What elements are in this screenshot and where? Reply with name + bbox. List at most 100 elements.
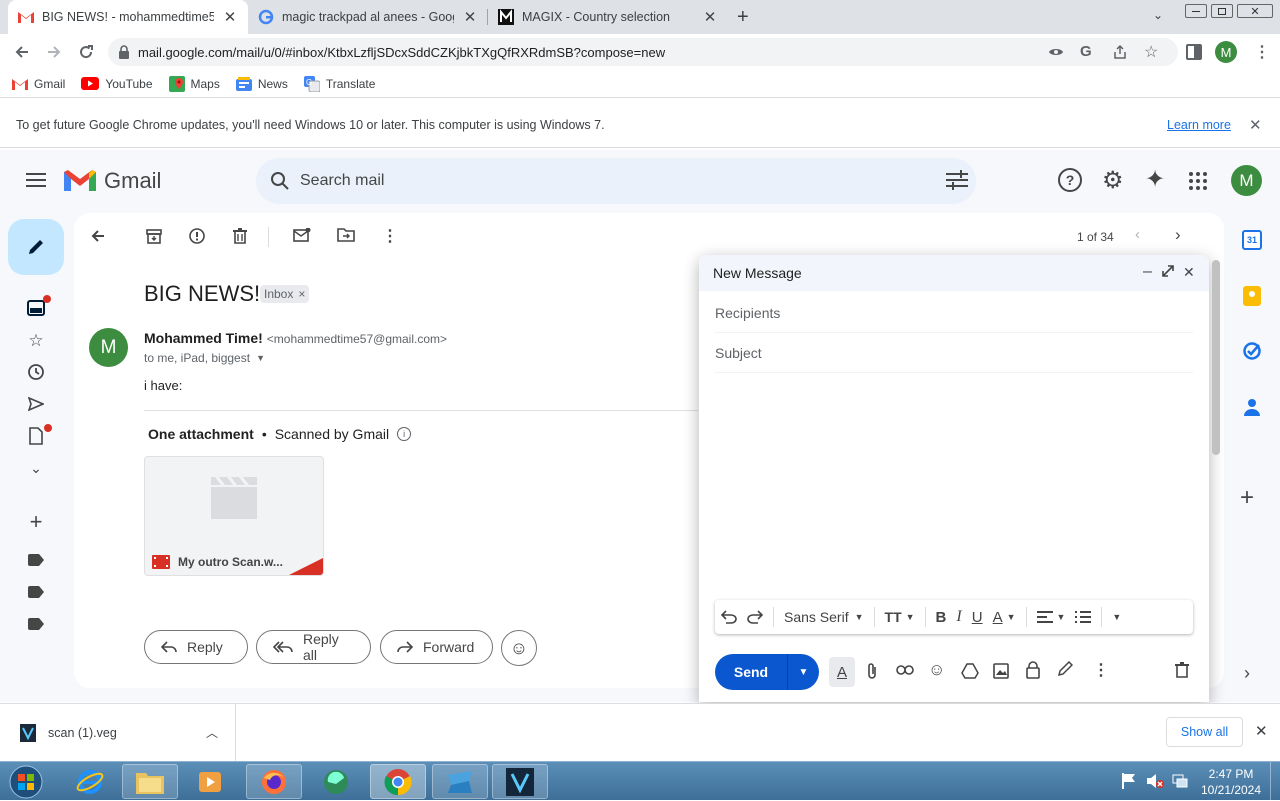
reply-all-button[interactable]: Reply all <box>256 630 371 664</box>
gemini-sparkle-icon[interactable]: ✦ <box>1145 165 1165 194</box>
get-addons-plus-icon[interactable]: + <box>1240 484 1254 512</box>
close-tab-icon[interactable]: ✕ <box>222 8 238 26</box>
align-icon[interactable]: ▼ <box>1036 611 1065 623</box>
google-lens-icon[interactable]: G <box>1080 43 1092 60</box>
info-icon[interactable]: i <box>397 427 412 441</box>
emoji-react-icon[interactable]: ☺ <box>501 630 537 666</box>
account-avatar[interactable]: M <box>1231 165 1262 196</box>
undo-icon[interactable] <box>721 610 737 624</box>
bookmark-maps[interactable]: Maps <box>168 75 220 92</box>
eye-icon[interactable] <box>1048 44 1064 60</box>
schedule-send-dropdown-icon[interactable]: ▼ <box>788 654 819 690</box>
show-side-panel-chevron-icon[interactable]: › <box>1244 663 1250 684</box>
formatting-options-icon[interactable]: A <box>829 657 855 687</box>
system-clock[interactable]: 2:47 PM 10/21/2024 <box>1196 766 1266 798</box>
bookmark-gmail[interactable]: Gmail <box>12 77 65 91</box>
confidential-mode-icon[interactable] <box>1026 661 1040 679</box>
close-compose-icon[interactable]: ✕ <box>1183 264 1195 281</box>
firefox-icon[interactable] <box>246 764 302 799</box>
action-center-flag-icon[interactable] <box>1122 773 1136 789</box>
inbox-icon[interactable] <box>24 295 51 320</box>
attach-paperclip-icon[interactable] <box>865 662 879 680</box>
compose-header[interactable]: New Message – ✕ <box>699 255 1209 291</box>
search-icon[interactable] <box>270 171 290 191</box>
sender-avatar[interactable]: M <box>89 328 128 367</box>
contacts-icon[interactable] <box>1244 398 1260 416</box>
redo-icon[interactable] <box>747 610 763 624</box>
google-drive-icon[interactable] <box>961 663 979 679</box>
settings-gear-icon[interactable]: ⚙ <box>1102 166 1124 195</box>
attachment-card[interactable]: My outro Scan.w... <box>144 456 324 576</box>
more-chevron-icon[interactable]: ⌄ <box>24 456 48 480</box>
report-spam-icon[interactable] <box>189 228 205 244</box>
compose-scrollbar[interactable] <box>1212 260 1220 455</box>
show-all-downloads-button[interactable]: Show all <box>1166 717 1243 747</box>
help-icon[interactable]: ? <box>1058 168 1082 192</box>
forward-button[interactable]: Forward <box>380 630 493 664</box>
create-label-plus-icon[interactable]: + <box>24 509 48 534</box>
reload-icon[interactable] <box>72 38 100 66</box>
close-infobar-icon[interactable]: ✕ <box>1249 116 1262 134</box>
italic-icon[interactable]: I <box>956 608 961 626</box>
search-bar[interactable]: Search mail <box>256 158 976 204</box>
download-item[interactable]: scan (1).veg ︿ <box>0 704 236 761</box>
share-icon[interactable] <box>1112 44 1128 60</box>
more-options-icon[interactable]: ⋮ <box>382 226 398 246</box>
close-tab-icon[interactable]: ✕ <box>702 8 718 26</box>
tab-gmail[interactable]: BIG NEWS! - mohammedtime57@ ✕ <box>8 0 248 34</box>
apps-grid-icon[interactable] <box>1189 172 1207 190</box>
compose-button[interactable] <box>8 219 64 275</box>
send-button[interactable]: Send <box>715 654 787 690</box>
insert-photo-icon[interactable] <box>993 663 1009 679</box>
close-downloads-icon[interactable]: ✕ <box>1255 722 1268 740</box>
back-icon[interactable] <box>8 38 36 66</box>
search-input[interactable]: Search mail <box>300 172 384 190</box>
chrome-taskbar-icon[interactable] <box>370 764 426 799</box>
show-desktop-button[interactable] <box>1270 762 1280 801</box>
insert-link-icon[interactable] <box>896 664 914 676</box>
numbered-list-icon[interactable] <box>1075 611 1092 623</box>
label-icon[interactable] <box>24 548 48 572</box>
file-explorer-icon[interactable] <box>122 764 178 799</box>
fullscreen-compose-icon[interactable] <box>1162 265 1174 277</box>
remove-label-icon[interactable]: × <box>298 287 305 301</box>
tab-search-icon[interactable]: ⌄ <box>1153 8 1163 22</box>
minimize-icon[interactable] <box>1185 4 1207 18</box>
text-size-icon[interactable]: TT ▼ <box>885 609 915 625</box>
blue-app-icon[interactable] <box>432 764 488 799</box>
gmail-logo[interactable]: Gmail <box>64 168 161 194</box>
bookmark-youtube[interactable]: YouTube <box>81 77 153 91</box>
chrome-menu-icon[interactable]: ⋮ <box>1254 42 1270 62</box>
tab-google-search[interactable]: magic trackpad al anees - Googl ✕ <box>248 0 488 34</box>
newer-chevron-icon[interactable]: ‹ <box>1135 226 1140 243</box>
profile-avatar[interactable]: M <box>1215 41 1237 63</box>
window-close-icon[interactable]: ✕ <box>1237 4 1273 18</box>
recipients-field[interactable]: Recipients <box>715 293 1193 333</box>
restore-icon[interactable] <box>1211 4 1233 18</box>
address-bar[interactable]: mail.google.com/mail/u/0/#inbox/KtbxLzfl… <box>108 38 1178 66</box>
side-panel-icon[interactable] <box>1186 44 1202 60</box>
font-family-select[interactable]: Sans Serif ▼ <box>784 609 864 625</box>
media-player-icon[interactable] <box>182 764 238 799</box>
more-send-options-icon[interactable]: ⋮ <box>1093 660 1109 680</box>
minimize-compose-icon[interactable]: – <box>1143 263 1152 281</box>
move-to-folder-icon[interactable] <box>337 228 355 242</box>
subject-field[interactable]: Subject <box>715 333 1193 373</box>
sender-name[interactable]: Mohammed Time! <box>144 330 263 346</box>
text-color-icon[interactable]: A ▼ <box>993 609 1016 626</box>
learn-more-link[interactable]: Learn more <box>1167 118 1231 132</box>
bold-icon[interactable]: B <box>936 609 947 626</box>
back-to-inbox-icon[interactable] <box>90 228 106 244</box>
underline-icon[interactable]: U <box>972 609 983 626</box>
bookmark-star-icon[interactable]: ☆ <box>1144 42 1158 62</box>
snoozed-clock-icon[interactable] <box>24 360 48 384</box>
discard-draft-icon[interactable] <box>1175 662 1189 678</box>
calendar-icon[interactable]: 31 <box>1242 230 1262 250</box>
tab-magix[interactable]: MAGIX - Country selection ✕ <box>488 0 728 34</box>
vegas-pro-icon[interactable] <box>492 764 548 799</box>
archive-icon[interactable] <box>146 228 162 244</box>
bookmark-translate[interactable]: G Translate <box>303 75 375 92</box>
sent-icon[interactable] <box>24 392 48 416</box>
network-icon[interactable] <box>1172 773 1188 789</box>
close-tab-icon[interactable]: ✕ <box>462 8 478 26</box>
